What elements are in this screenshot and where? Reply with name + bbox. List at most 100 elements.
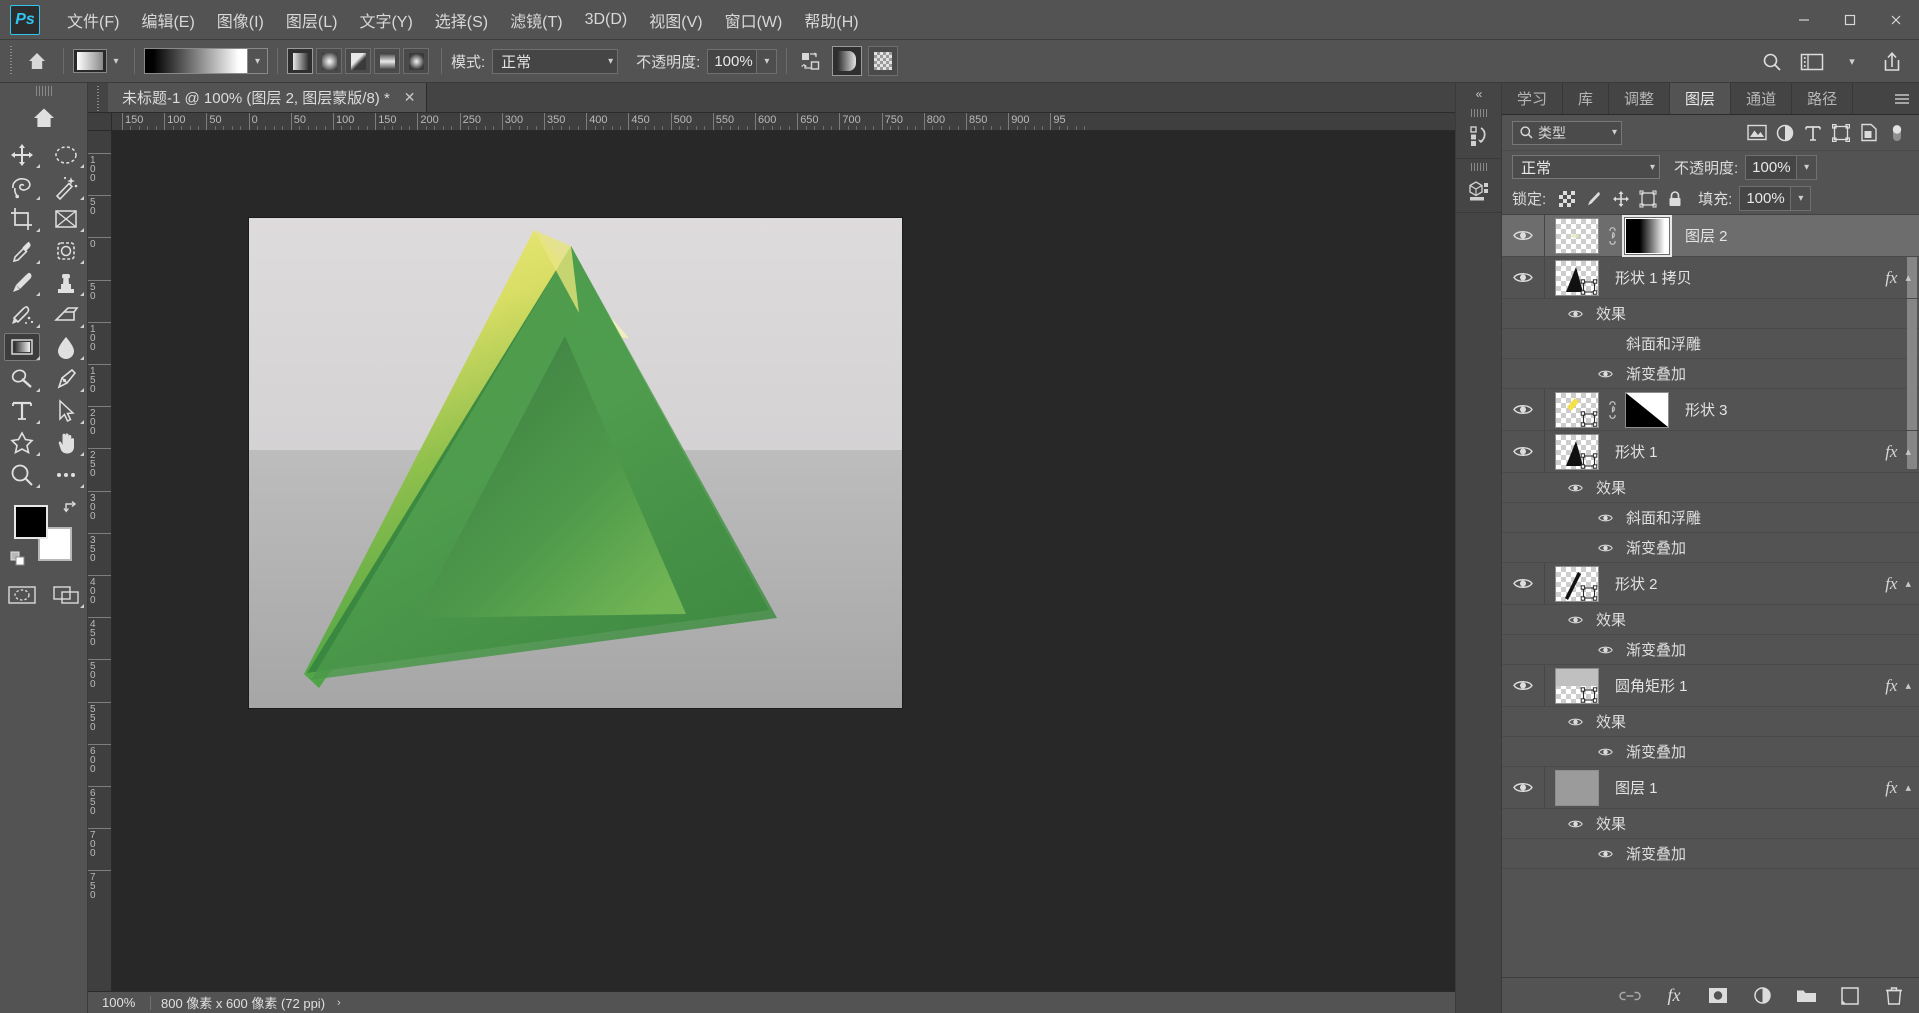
layer-visibility-eye-icon[interactable]	[1502, 431, 1544, 473]
layer-mask-thumbnail[interactable]	[1622, 215, 1672, 257]
maximize-button[interactable]	[1827, 0, 1873, 40]
effect-visibility-eye-icon[interactable]	[1590, 645, 1620, 655]
layer-name[interactable]: 形状 3	[1669, 399, 1919, 420]
radial-gradient-button[interactable]	[316, 48, 342, 74]
document-tab[interactable]: 未标题-1 @ 100% (图层 2, 图层蒙版/8) * ✕	[108, 82, 427, 112]
layer-visibility-eye-icon[interactable]	[1502, 257, 1544, 299]
lasso-tool[interactable]	[0, 171, 44, 203]
layer-effects-group[interactable]: 效果	[1502, 473, 1919, 503]
foreground-color-swatch[interactable]	[13, 505, 48, 539]
gradient-preset-chevron-down-icon[interactable]: ▾	[248, 48, 268, 74]
layer-name[interactable]: 形状 1 拷贝	[1599, 267, 1885, 288]
effect-visibility-eye-icon[interactable]	[1590, 849, 1620, 859]
chevron-down-icon[interactable]: ▾	[1839, 49, 1865, 75]
layer-blend-mode-select[interactable]: 正常 ▾	[1512, 155, 1660, 179]
layer-opacity-input[interactable]: 100%	[1745, 154, 1798, 180]
share-icon[interactable]	[1879, 49, 1905, 75]
layer-effect-item[interactable]: 渐变叠加	[1502, 533, 1919, 563]
swap-colors-icon[interactable]	[62, 499, 78, 515]
layer-fx-icon[interactable]: fx	[1885, 778, 1905, 798]
effect-visibility-eye-icon[interactable]	[1560, 483, 1590, 493]
home-icon[interactable]	[24, 101, 64, 135]
chevron-up-icon[interactable]: ▴	[1905, 679, 1919, 692]
layer-thumbnail[interactable]	[1555, 769, 1599, 806]
layer-effects-group[interactable]: 效果	[1502, 809, 1919, 839]
layer-mask-thumbnail[interactable]	[1625, 391, 1669, 428]
menu-item-9[interactable]: 窗口(W)	[714, 0, 794, 40]
adjustment-layer-icon[interactable]	[1751, 984, 1773, 1008]
chevron-up-icon[interactable]: ▴	[1905, 445, 1919, 458]
shape-filter-icon[interactable]	[1827, 120, 1855, 146]
home-icon[interactable]	[20, 44, 54, 78]
mask-link-icon[interactable]	[1605, 226, 1619, 245]
layer-row[interactable]: 形状 1 fx ▴	[1502, 431, 1919, 473]
screen-mode-icon[interactable]	[44, 579, 88, 611]
search-icon[interactable]	[1759, 49, 1785, 75]
add-mask-icon[interactable]	[1707, 984, 1729, 1008]
3d-panel-icon[interactable]	[1455, 159, 1502, 213]
layer-effects-group[interactable]: 效果	[1502, 605, 1919, 635]
eyedropper-tool[interactable]	[0, 235, 44, 267]
layer-effect-item[interactable]: 斜面和浮雕	[1502, 503, 1919, 533]
layer-row[interactable]: 图层 2	[1502, 215, 1919, 257]
layer-effects-group[interactable]: 效果	[1502, 707, 1919, 737]
minimize-button[interactable]	[1781, 0, 1827, 40]
menu-item-6[interactable]: 滤镜(T)	[499, 0, 573, 40]
marquee-tool[interactable]	[44, 139, 88, 171]
filter-type-select[interactable]: 类型 ▾	[1512, 120, 1622, 145]
panel-tab-4[interactable]: 通道	[1731, 83, 1793, 114]
layer-thumbnail[interactable]	[1555, 391, 1599, 428]
default-colors-icon[interactable]	[10, 551, 26, 567]
adjustment-filter-icon[interactable]	[1771, 120, 1799, 146]
layer-thumbnail[interactable]	[1555, 565, 1599, 602]
close-button[interactable]	[1873, 0, 1919, 40]
shape-tool[interactable]	[0, 427, 44, 459]
chevron-up-icon[interactable]: ▴	[1905, 781, 1919, 794]
mask-link-icon[interactable]	[1605, 400, 1619, 419]
effect-visibility-eye-icon[interactable]	[1590, 513, 1620, 523]
opacity-chevron-down-icon[interactable]: ▾	[757, 48, 778, 74]
panel-tab-5[interactable]: 路径	[1792, 83, 1854, 114]
menu-item-10[interactable]: 帮助(H)	[793, 0, 869, 40]
blur-tool[interactable]	[44, 331, 88, 363]
diamond-gradient-button[interactable]	[403, 48, 429, 74]
layer-visibility-eye-icon[interactable]	[1502, 389, 1544, 431]
layer-effect-item[interactable]: 渐变叠加	[1502, 737, 1919, 767]
eraser-tool[interactable]	[44, 299, 88, 331]
delete-layer-icon[interactable]	[1883, 984, 1905, 1008]
frame-tool[interactable]	[44, 203, 88, 235]
layer-effect-item[interactable]: 渐变叠加	[1502, 635, 1919, 665]
chevron-up-icon[interactable]: ▴	[1905, 271, 1919, 284]
dodge-tool[interactable]	[0, 363, 44, 395]
layers-list[interactable]: 图层 2 形状 1 拷贝 fx ▴ 效果 斜面和浮雕 渐变叠加 形状 3 形状 1 fx ▴ 效果 斜面…	[1502, 215, 1919, 977]
filter-toggle-icon[interactable]	[1883, 120, 1911, 146]
menu-item-0[interactable]: 文件(F)	[56, 0, 130, 40]
layer-thumbnail[interactable]	[1555, 667, 1599, 704]
menu-item-4[interactable]: 文字(Y)	[348, 0, 423, 40]
layer-thumbnail[interactable]	[1555, 217, 1599, 254]
layer-effect-item[interactable]: 渐变叠加	[1502, 839, 1919, 869]
clone-stamp-tool[interactable]	[44, 267, 88, 299]
fill-input[interactable]: 100%	[1739, 186, 1792, 211]
link-layers-icon[interactable]	[1619, 984, 1641, 1008]
magic-wand-tool[interactable]	[44, 171, 88, 203]
hand-tool[interactable]	[44, 427, 88, 459]
layer-fx-icon[interactable]: fx	[1885, 442, 1905, 462]
menu-item-3[interactable]: 图层(L)	[275, 0, 349, 40]
layer-row[interactable]: 圆角矩形 1 fx ▴	[1502, 665, 1919, 707]
type-filter-icon[interactable]	[1799, 120, 1827, 146]
panel-tab-1[interactable]: 库	[1563, 83, 1610, 114]
effect-visibility-eye-icon[interactable]	[1560, 819, 1590, 829]
zoom-level[interactable]: 100%	[88, 995, 150, 1010]
panel-tab-3[interactable]: 图层	[1670, 83, 1732, 114]
layer-visibility-eye-icon[interactable]	[1502, 563, 1544, 605]
close-icon[interactable]: ✕	[404, 89, 416, 106]
lock-position-icon[interactable]	[1607, 187, 1634, 211]
history-panel-icon[interactable]	[1455, 105, 1502, 159]
layer-row[interactable]: 形状 2 fx ▴	[1502, 563, 1919, 605]
layer-thumbnail[interactable]	[1555, 433, 1599, 470]
effect-visibility-eye-icon[interactable]	[1560, 615, 1590, 625]
opacity-input[interactable]: 100%	[707, 48, 758, 74]
workspace-icon[interactable]	[1799, 49, 1825, 75]
gradient-tool[interactable]	[0, 331, 44, 363]
